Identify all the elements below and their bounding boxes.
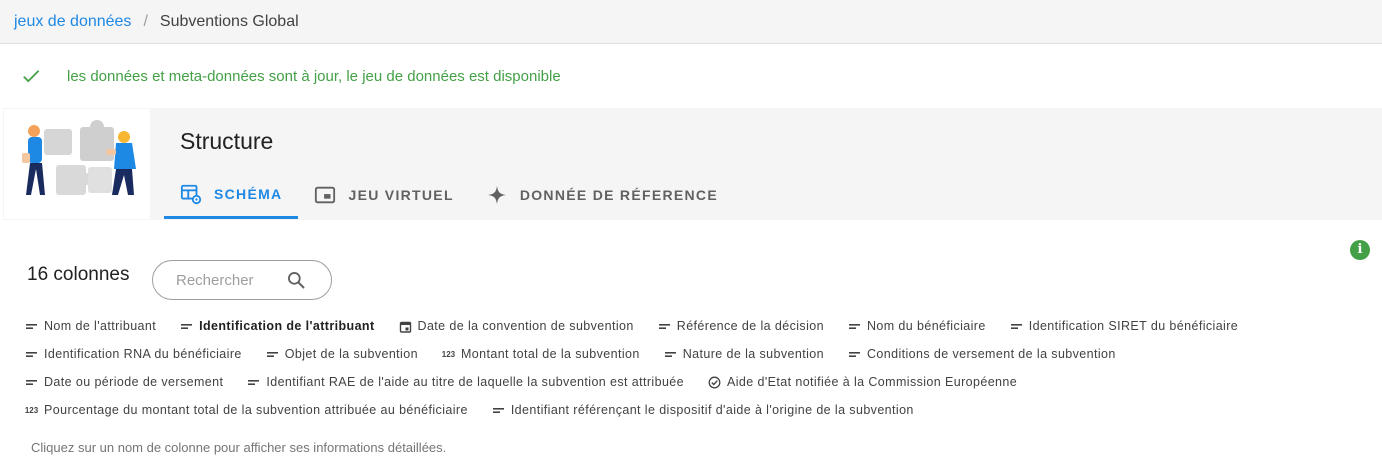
text-type-icon — [180, 320, 193, 333]
column-label: Identifiant référençant le dispositif d'… — [510, 403, 914, 417]
text-type-icon — [1010, 320, 1023, 333]
column-chip[interactable]: Aide d'Etat notifiée à la Commission Eur… — [708, 375, 1017, 389]
column-chip[interactable]: Identification SIRET du bénéficiaire — [1010, 319, 1238, 333]
tab-virtual-dataset[interactable]: JEU VIRTUEL — [298, 172, 469, 218]
column-label: Date ou période de versement — [44, 375, 224, 389]
column-label: Montant total de la subvention — [460, 347, 640, 361]
text-type-icon — [25, 348, 38, 361]
column-chip[interactable]: Nature de la subvention — [664, 347, 824, 361]
text-type-icon — [247, 376, 260, 389]
column-hint: Cliquez sur un nom de colonne pour affic… — [31, 440, 447, 455]
column-row: Date ou période de versement Identifiant … — [25, 368, 1365, 396]
search-icon[interactable] — [286, 270, 306, 290]
column-label: Nature de la subvention — [682, 347, 824, 361]
column-label: Identifiant RAE de l'aide au titre de la… — [266, 375, 685, 389]
column-row: 123 Pourcentage du montant total de la su… — [25, 396, 1365, 424]
sparkle-icon — [487, 185, 506, 205]
structure-section: Structure SCHÉMA JEU VIRTUEL DONNÉE DE R — [3, 108, 1382, 220]
number-type-icon: 123 — [441, 349, 456, 359]
text-type-icon — [25, 320, 38, 333]
breadcrumb-current: Subventions Global — [159, 12, 299, 30]
column-label: Aide d'Etat notifiée à la Commission Eur… — [727, 375, 1018, 389]
column-chip[interactable]: Nom du bénéficiaire — [848, 319, 986, 333]
column-label: Identification SIRET du bénéficiaire — [1028, 319, 1239, 333]
picture-in-picture-icon — [315, 186, 336, 204]
column-chip[interactable]: Conditions de versement de la subvention — [848, 347, 1116, 361]
column-label: Identification de l'attribuant — [199, 319, 375, 333]
column-chip[interactable]: Date ou période de versement — [25, 375, 223, 389]
column-label: Nom du bénéficiaire — [866, 319, 986, 333]
status-message: les données et meta-données sont à jour,… — [67, 67, 561, 85]
table-cog-icon — [180, 184, 202, 205]
column-chip[interactable]: Identification RNA du bénéficiaire — [25, 347, 242, 361]
column-chip[interactable]: Identifiant référençant le dispositif d'… — [492, 403, 914, 417]
column-search[interactable] — [152, 260, 332, 300]
structure-tabs: SCHÉMA JEU VIRTUEL DONNÉE DE RÉFERENCE — [164, 172, 734, 219]
column-label: Objet de la subvention — [284, 347, 418, 361]
tab-reference-data-label: DONNÉE DE RÉFERENCE — [519, 187, 718, 203]
check-circle-icon — [708, 376, 721, 389]
column-label: Référence de la décision — [676, 319, 824, 333]
breadcrumb: jeux de données / Subventions Global — [0, 0, 1382, 44]
column-chip[interactable]: Référence de la décision — [658, 319, 824, 333]
search-input[interactable] — [176, 271, 286, 289]
tab-schema[interactable]: SCHÉMA — [164, 172, 299, 219]
column-chip[interactable]: Identification de l'attribuant — [180, 319, 374, 333]
column-label: Pourcentage du montant total de la subve… — [44, 403, 468, 417]
info-icon[interactable]: i — [1350, 240, 1370, 260]
text-type-icon — [664, 348, 677, 361]
column-label: Identification RNA du bénéficiaire — [44, 347, 242, 361]
tab-schema-label: SCHÉMA — [214, 186, 283, 202]
column-label: Nom de l'attribuant — [44, 319, 157, 333]
text-type-icon — [848, 348, 861, 361]
puzzle-illustration — [4, 109, 150, 219]
column-chip[interactable]: Identifiant RAE de l'aide au titre de la… — [247, 375, 684, 389]
column-chip[interactable]: Objet de la subvention — [266, 347, 418, 361]
column-chip[interactable]: 123 Montant total de la subvention — [442, 347, 640, 361]
number-type-icon: 123 — [24, 405, 39, 415]
check-icon — [23, 70, 40, 83]
column-label: Date de la convention de subvention — [417, 319, 634, 333]
column-row: Nom de l'attribuant Identification de l'a… — [25, 312, 1365, 340]
text-type-icon — [266, 348, 279, 361]
column-count: 16 colonnes — [27, 264, 130, 285]
breadcrumb-datasets-link[interactable]: jeux de données — [14, 13, 131, 31]
text-type-icon — [658, 320, 671, 333]
text-type-icon — [25, 376, 38, 389]
column-chip[interactable]: Date de la convention de subvention — [399, 319, 634, 333]
column-list: Nom de l'attribuant Identification de l'a… — [25, 312, 1365, 424]
text-type-icon — [848, 320, 861, 333]
tab-reference-data[interactable]: DONNÉE DE RÉFERENCE — [470, 172, 734, 218]
breadcrumb-separator: / — [143, 12, 148, 30]
status-alert: les données et meta-données sont à jour,… — [0, 44, 1382, 108]
column-chip[interactable]: 123 Pourcentage du montant total de la su… — [25, 403, 468, 417]
structure-title: Structure — [180, 128, 274, 154]
text-type-icon — [492, 404, 505, 417]
column-chip[interactable]: Nom de l'attribuant — [25, 319, 156, 333]
column-label: Conditions de versement de la subvention — [866, 347, 1116, 361]
calendar-icon — [399, 320, 412, 333]
column-row: Identification RNA du bénéficiaire Objet … — [25, 340, 1365, 368]
tab-virtual-dataset-label: JEU VIRTUEL — [348, 187, 454, 203]
